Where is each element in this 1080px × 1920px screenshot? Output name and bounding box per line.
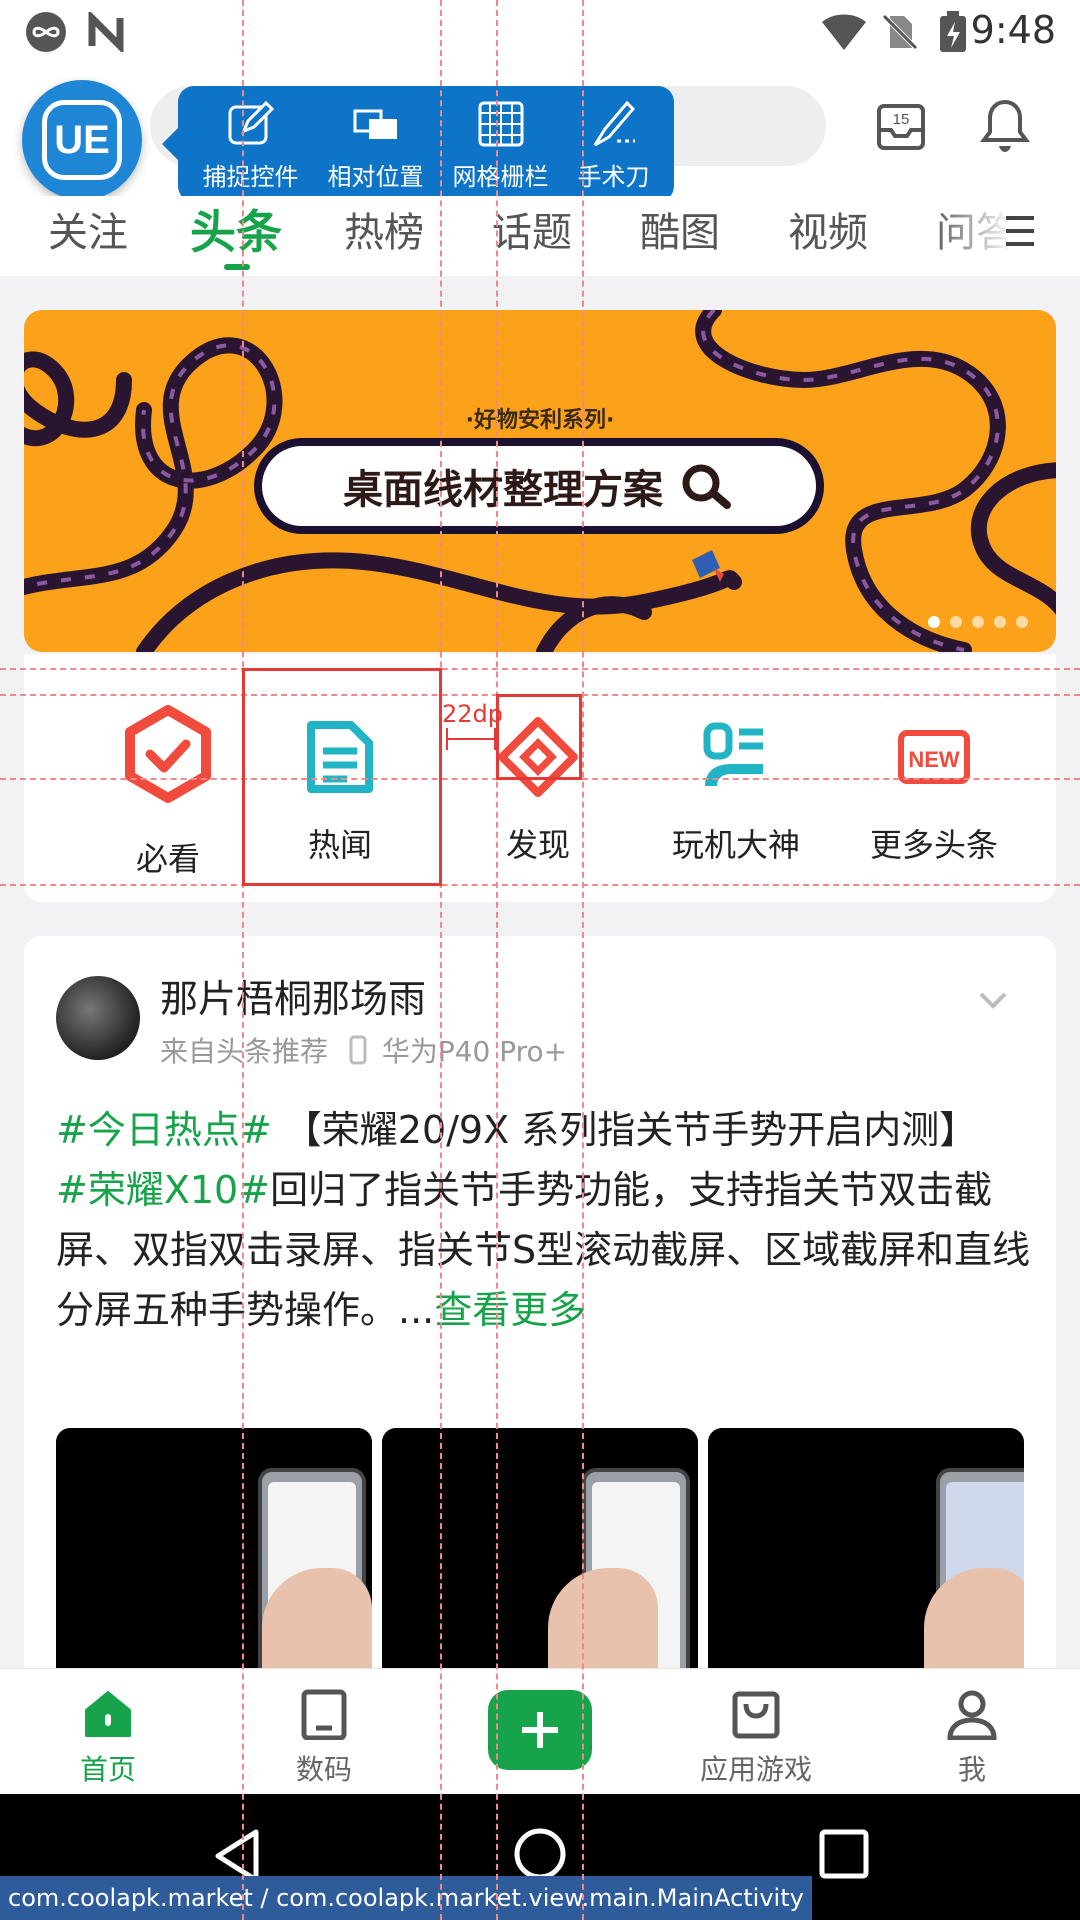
post-image[interactable] [708, 1428, 1024, 1668]
home-icon [85, 1691, 131, 1737]
status-bar: 9:48 [0, 0, 1080, 62]
create-post-button[interactable] [488, 1690, 592, 1770]
post-image[interactable] [56, 1428, 372, 1668]
user-badge-icon [691, 712, 781, 802]
calendar-day: 15 [893, 111, 910, 128]
plus-icon [522, 1712, 558, 1748]
guide-line [496, 0, 498, 1920]
avatar[interactable] [56, 976, 140, 1060]
clock: 9:48 [970, 8, 1056, 52]
no-sim-icon [882, 14, 918, 50]
entry-label: 更多头条 [869, 826, 998, 864]
nav-label: 我 [957, 1753, 986, 1786]
new-badge-icon: NEW [889, 712, 979, 802]
target-element-box [496, 694, 582, 780]
banner-subtitle: ·好物安利系列· [465, 408, 615, 433]
page-dot [928, 616, 940, 628]
hashtag-today-hot[interactable]: #今日热点# [56, 1108, 272, 1152]
hashtag-honor-x10[interactable]: #荣耀X10# [56, 1168, 270, 1212]
post-device: 华为P40 Pro+ [381, 1035, 568, 1068]
ue-badge-label: UE [42, 100, 122, 180]
tool-label: 手术刀 [577, 162, 650, 191]
tool-label: 相对位置 [327, 162, 424, 191]
page-dot [950, 616, 962, 628]
scalpel-icon [593, 100, 635, 146]
notification-bell-icon[interactable] [980, 98, 1030, 154]
guide-line [0, 884, 1080, 886]
promo-banner[interactable]: ·好物安利系列· 桌面线材整理方案 [24, 310, 1056, 652]
entry-label: 玩机大神 [671, 826, 800, 864]
entry-label: 发现 [505, 826, 570, 864]
banner-title-box: 桌面线材整理方案 [254, 438, 824, 534]
distance-label: 22dp [442, 700, 504, 728]
guide-line [242, 0, 244, 1920]
tool-label: 网格栅栏 [452, 162, 549, 191]
post-headline: 【荣耀20/9X 系列指关节手势开启内测】 [271, 1108, 978, 1152]
banner-search-icon [682, 464, 731, 509]
tab-video[interactable]: 视频 [788, 200, 868, 258]
calendar-icon[interactable]: 15 [876, 100, 926, 152]
post-meta: 来自头条推荐 华为P40 Pro+ [160, 1030, 567, 1070]
nav-apps-games[interactable]: 应用游戏 [676, 1688, 836, 1788]
nav-digital[interactable]: 数码 [244, 1688, 404, 1788]
page-dot [994, 616, 1006, 628]
post-images [56, 1428, 1024, 1668]
entry-label: 必看 [135, 840, 200, 878]
ue-toolbar: 捕捉控件 相对位置 网格栅栏 手术刀 [162, 86, 674, 202]
selected-element-box [242, 668, 442, 886]
stacked-rectangles-icon [353, 109, 397, 139]
n-app-icon [88, 12, 124, 52]
nav-me[interactable]: 我 [892, 1688, 1052, 1788]
guide-line [582, 0, 584, 1920]
home-circle-icon[interactable] [512, 1826, 568, 1882]
tab-hot-list[interactable]: 热榜 [344, 200, 424, 258]
post-image[interactable] [382, 1428, 698, 1668]
relative-position-tool[interactable]: 相对位置 [328, 97, 424, 192]
username[interactable]: 那片梧桐那场雨 [160, 968, 426, 1023]
tab-menu-icon[interactable] [1004, 214, 1036, 248]
activity-label: com.coolapk.market / com.coolapk.market.… [0, 1876, 812, 1920]
wifi-icon [822, 14, 866, 50]
banner-title: 桌面线材整理方案 [343, 467, 663, 513]
recents-icon[interactable] [818, 1828, 870, 1880]
bag-icon [732, 1691, 780, 1739]
grid-icon [478, 101, 523, 146]
phone-icon [349, 1035, 367, 1065]
pencil-square-icon [228, 100, 274, 144]
distance-line [446, 738, 496, 740]
page-dot [972, 616, 984, 628]
active-tab-indicator [224, 264, 250, 270]
ue-badge-button[interactable]: UE [22, 80, 142, 200]
infinity-app-icon [26, 12, 66, 52]
scalpel-tool[interactable]: 手术刀 [578, 97, 650, 192]
post-text[interactable]: #今日热点# 【荣耀20/9X 系列指关节手势开启内测】 #荣耀X10#回归了指… [56, 1100, 1036, 1340]
banner-pagination [928, 616, 1028, 628]
distance-cap [446, 728, 448, 750]
tool-label: 捕捉控件 [202, 162, 299, 191]
guide-line [440, 0, 442, 1920]
battery-charging-icon [940, 11, 966, 52]
tab-follow[interactable]: 关注 [48, 200, 128, 258]
chevron-down-icon[interactable] [975, 982, 1011, 1018]
post-source: 来自头条推荐 [160, 1035, 329, 1068]
svg-text:NEW: NEW [908, 747, 960, 772]
grid-fence-tool[interactable]: 网格栅栏 [453, 97, 549, 192]
nav-label: 数码 [295, 1753, 352, 1786]
nav-label: 应用游戏 [699, 1753, 812, 1786]
tab-cool-images[interactable]: 酷图 [640, 200, 720, 258]
see-more-link[interactable]: 查看更多 [434, 1288, 586, 1332]
capture-control-tool[interactable]: 捕捉控件 [203, 97, 299, 192]
person-icon [947, 1690, 997, 1740]
check-hexagon-icon [118, 704, 218, 804]
tab-topics[interactable]: 话题 [492, 200, 572, 258]
guide-line [0, 668, 1080, 670]
tablet-icon [301, 1689, 347, 1740]
tab-headlines[interactable]: 头条 [190, 196, 282, 262]
distance-cap [494, 728, 496, 750]
nav-home[interactable]: 首页 [28, 1688, 188, 1788]
page-dot [1016, 616, 1028, 628]
nav-label: 首页 [79, 1753, 136, 1786]
